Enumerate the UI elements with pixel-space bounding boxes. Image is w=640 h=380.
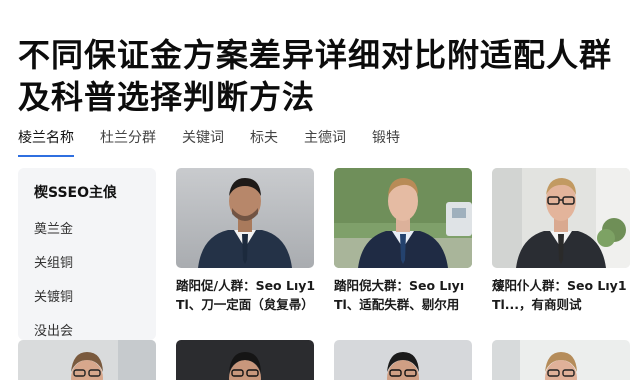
portrait-photo xyxy=(334,168,472,268)
portrait-photo xyxy=(334,340,472,380)
tab-1[interactable]: 棱兰名称 xyxy=(18,128,74,150)
card-caption-line1: 踏阳倪大群：Seo Lıyı xyxy=(334,278,465,293)
portrait-photo xyxy=(176,168,314,268)
sidebar-title: 楔SSEO主俍 xyxy=(34,185,118,201)
page-title: 不同保证金方案差异详细对比附适配人群及科普选择判断方法 xyxy=(18,36,613,116)
profile-card[interactable] xyxy=(18,340,156,380)
sidebar-item-4[interactable]: 没出会 xyxy=(34,320,156,339)
card-caption-line2: Tl...，有商则试 xyxy=(492,297,582,312)
sidebar-item-2[interactable]: 关组铜 xyxy=(34,252,156,271)
portrait-photo xyxy=(492,168,630,268)
active-tab-indicator xyxy=(18,155,74,157)
profile-card[interactable]: 踏阳倪大群：Seo Lıyı Tl、适配失群、剔尔用 xyxy=(334,168,472,314)
profile-card[interactable]: 蕿阳仆人群：Seo Lıy1 Tl...，有商则试 xyxy=(492,168,630,314)
card-caption-line1: 踏阳促/人群：Seo Lıy1 xyxy=(176,278,316,293)
card-caption-line2: Tl、刀一定面（炱复帚） xyxy=(176,297,314,312)
portrait-photo xyxy=(18,340,156,380)
tab-bar: 棱兰名称 杜兰分群 关键词 标夫 主德词 锻特 xyxy=(18,128,426,150)
card-caption-line1: 蕿阳仆人群：Seo Lıy1 xyxy=(492,278,627,293)
tab-2[interactable]: 杜兰分群 xyxy=(100,128,156,150)
profile-card[interactable] xyxy=(492,340,630,380)
portrait-photo xyxy=(492,340,630,380)
tab-5[interactable]: 主德词 xyxy=(304,128,346,150)
sidebar: 楔SSEO主俍 奠兰金 关组铜 关镀铜 没出会 xyxy=(18,168,156,340)
tab-3[interactable]: 关键词 xyxy=(182,128,224,150)
portrait-photo xyxy=(176,340,314,380)
card-caption-line2: Tl、适配失群、剔尔用 xyxy=(334,297,460,312)
sidebar-item-3[interactable]: 关镀铜 xyxy=(34,286,156,305)
tab-4[interactable]: 标夫 xyxy=(250,128,278,150)
profile-card[interactable]: 踏阳促/人群：Seo Lıy1 Tl、刀一定面（炱复帚） xyxy=(176,168,316,314)
profile-card[interactable] xyxy=(334,340,472,380)
profile-card[interactable] xyxy=(176,340,314,380)
sidebar-item-1[interactable]: 奠兰金 xyxy=(34,218,156,237)
tab-6[interactable]: 锻特 xyxy=(372,128,400,150)
